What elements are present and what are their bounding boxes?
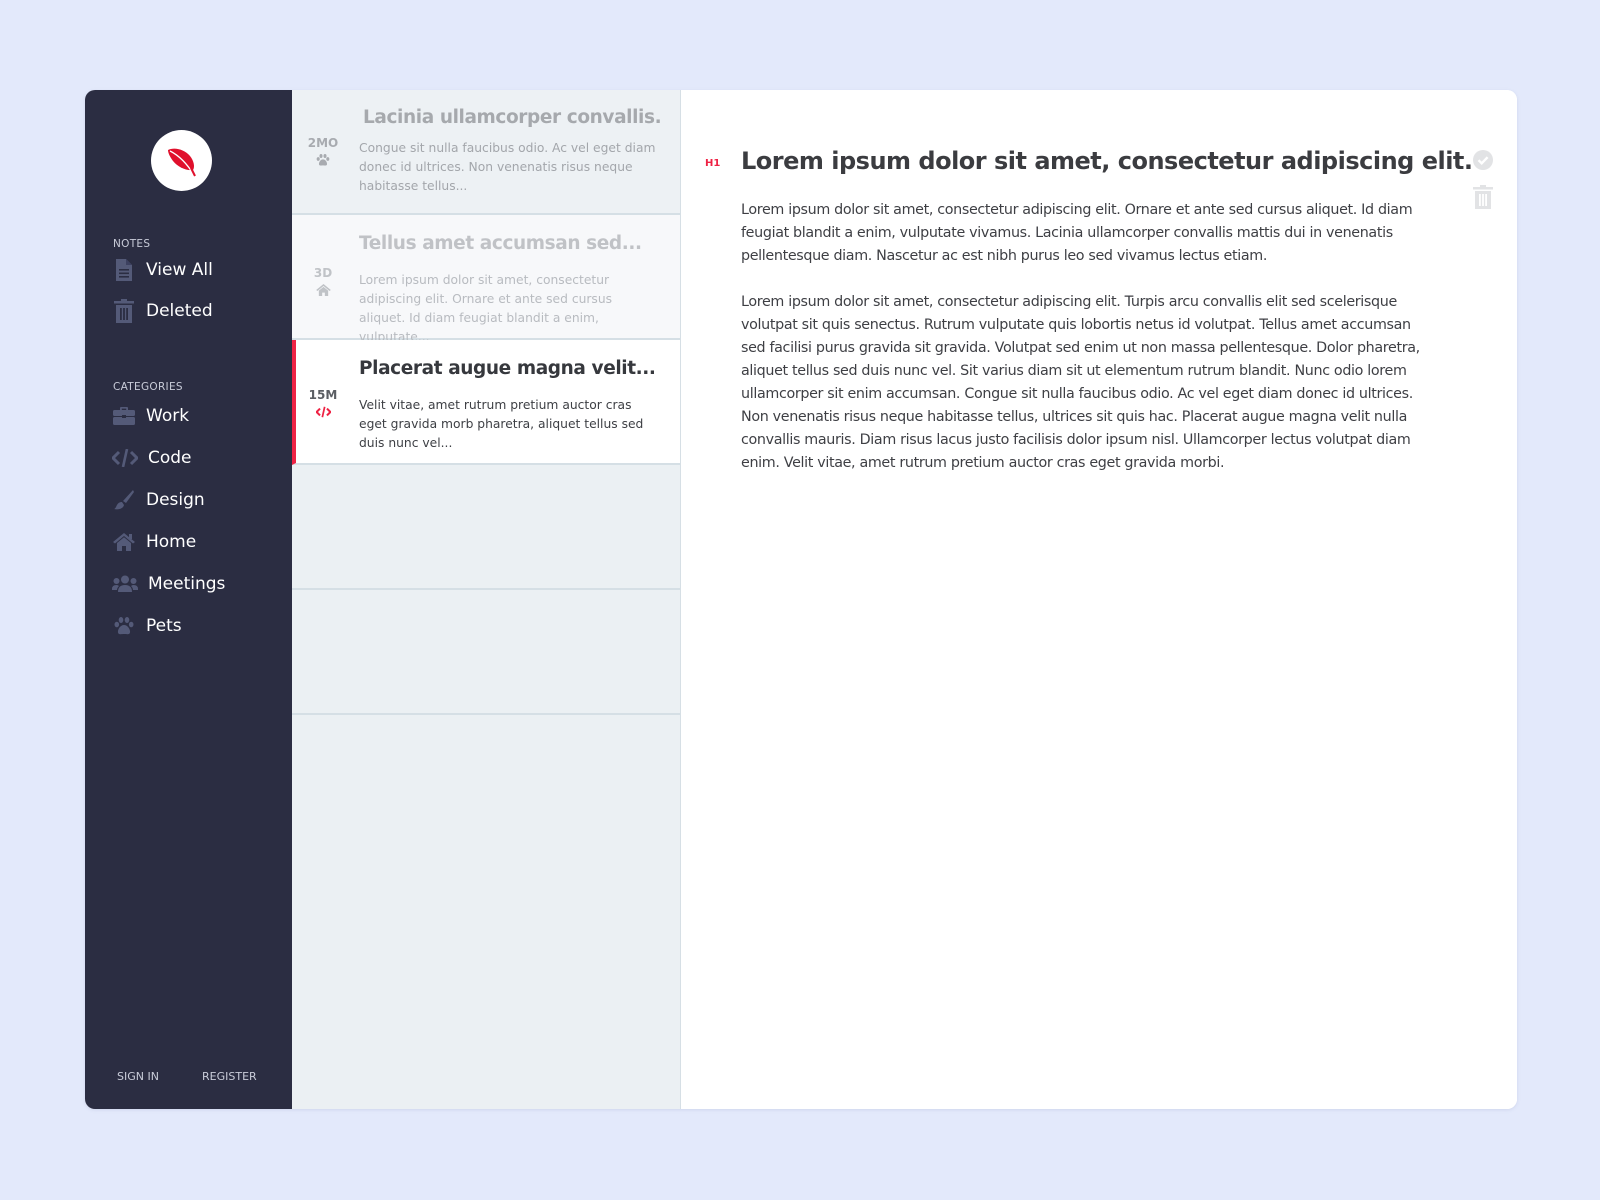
trash-icon: [1473, 185, 1493, 209]
sidebar-item-label: Design: [146, 490, 205, 510]
note-excerpt: Congue sit nulla faucibus odio. Ac vel e…: [359, 141, 656, 193]
sidebar-item-work[interactable]: Work: [112, 401, 189, 431]
empty-note-slot: [292, 465, 680, 590]
note-excerpt: Velit vitae, amet rutrum pretium auctor …: [359, 398, 644, 450]
code-icon: [112, 446, 138, 470]
home-icon: [315, 284, 331, 296]
note-list-item[interactable]: 3D Tellus amet accumsan sed... Lorem ips…: [292, 215, 680, 344]
check-circle-icon: [1473, 150, 1493, 170]
code-icon: [315, 406, 331, 418]
note-list: 2MO Lacinia ullamcorper convallis... Con…: [292, 90, 681, 1109]
sidebar-item-label: Work: [146, 406, 190, 426]
users-icon: [112, 572, 138, 596]
sidebar: NOTES View All Deleted CATEGORIES Work C: [85, 90, 292, 1109]
sidebar-item-view-all[interactable]: View All: [112, 255, 213, 285]
sidebar-item-label: Pets: [146, 616, 182, 636]
sidebar-item-deleted[interactable]: Deleted: [112, 296, 213, 326]
app-logo[interactable]: [151, 130, 212, 191]
notes-app-window: NOTES View All Deleted CATEGORIES Work C: [85, 90, 1517, 1109]
sidebar-item-meetings[interactable]: Meetings: [112, 569, 225, 599]
categories-section-label: CATEGORIES: [113, 381, 183, 393]
note-title: Placerat augue magna velit...: [359, 358, 656, 379]
note-age: 15M: [308, 388, 338, 402]
feather-icon: [167, 148, 196, 176]
sidebar-item-label: Code: [148, 448, 192, 468]
note-title: Lacinia ullamcorper convallis...: [363, 107, 660, 128]
empty-note-slot: [292, 590, 680, 715]
note-list-item-selected[interactable]: 15M Placerat augue magna velit... Velit …: [292, 340, 680, 465]
delete-note-button[interactable]: [1473, 185, 1493, 214]
sidebar-item-label: Meetings: [148, 574, 226, 594]
note-title: Tellus amet accumsan sed...: [359, 233, 642, 254]
note-paragraph[interactable]: Lorem ipsum dolor sit amet, consectetur …: [741, 199, 1431, 268]
paintbrush-icon: [112, 488, 136, 512]
home-icon: [112, 530, 136, 554]
note-heading[interactable]: Lorem ipsum dolor sit amet, consectetur …: [741, 147, 1473, 175]
sidebar-item-label: Deleted: [146, 301, 213, 321]
sidebar-item-code[interactable]: Code: [112, 443, 192, 473]
document-icon: [112, 258, 136, 282]
complete-button[interactable]: [1473, 150, 1493, 175]
note-age: 2MO: [307, 136, 339, 150]
note-paragraph[interactable]: Lorem ipsum dolor sit amet, consectetur …: [741, 291, 1431, 475]
sidebar-item-design[interactable]: Design: [112, 485, 205, 515]
trash-icon: [112, 299, 136, 323]
note-meta: 3D: [292, 266, 354, 298]
sidebar-item-home[interactable]: Home: [112, 527, 196, 557]
heading-level-tag[interactable]: H1: [705, 158, 720, 169]
note-excerpt: Lorem ipsum dolor sit amet, consectetur …: [359, 273, 613, 344]
sidebar-item-label: View All: [146, 260, 213, 280]
paw-icon: [112, 614, 136, 638]
paw-icon: [316, 154, 330, 166]
register-link[interactable]: REGISTER: [202, 1070, 257, 1083]
note-meta: 2MO: [292, 136, 354, 168]
note-meta: 15M: [292, 388, 354, 420]
note-editor: H1 Lorem ipsum dolor sit amet, consectet…: [681, 90, 1517, 1109]
briefcase-icon: [112, 404, 136, 428]
note-list-item[interactable]: 2MO Lacinia ullamcorper convallis... Con…: [292, 90, 680, 215]
sidebar-item-pets[interactable]: Pets: [112, 611, 182, 641]
note-age: 3D: [313, 266, 333, 280]
sidebar-item-label: Home: [146, 532, 197, 552]
sign-in-link[interactable]: SIGN IN: [117, 1070, 159, 1083]
notes-section-label: NOTES: [113, 238, 151, 250]
